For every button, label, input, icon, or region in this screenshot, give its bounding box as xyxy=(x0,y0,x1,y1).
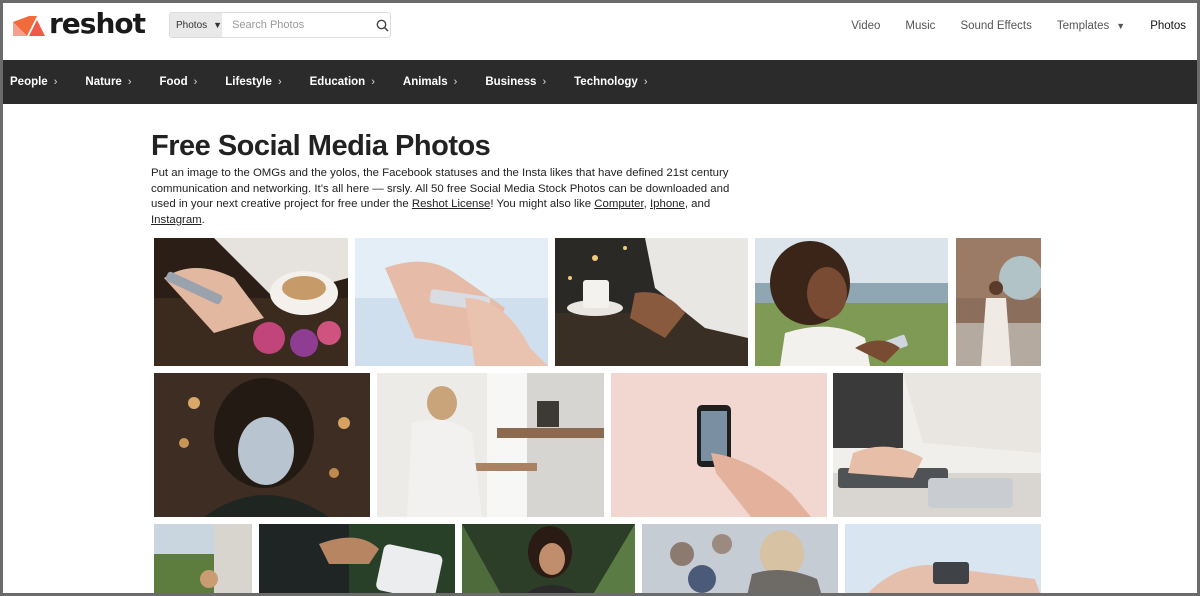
nav-templates[interactable]: Templates ▼ xyxy=(1057,20,1125,32)
search-type-label: Photos xyxy=(176,19,208,31)
chevron-right-icon: › xyxy=(542,76,547,88)
description-separator: , and xyxy=(684,198,711,210)
nav-templates-label: Templates xyxy=(1056,20,1110,32)
reshot-license-link[interactable]: Reshot License xyxy=(412,198,491,210)
related-link-instagram[interactable]: Instagram xyxy=(151,214,202,226)
nav-photos[interactable]: Photos xyxy=(1150,20,1186,32)
category-education[interactable]: Education › xyxy=(310,76,375,88)
logo-wordmark: reshot xyxy=(49,7,146,40)
nav-video[interactable]: Video xyxy=(851,20,880,32)
category-nature[interactable]: Nature › xyxy=(85,76,131,88)
search-icon xyxy=(376,19,389,32)
nav-sound-effects[interactable]: Sound Effects xyxy=(960,20,1031,32)
category-label: Business xyxy=(485,76,537,88)
photo-tile[interactable] xyxy=(755,238,948,366)
photo-tile[interactable] xyxy=(462,524,635,596)
photo-tile[interactable] xyxy=(956,238,1041,366)
category-label: Nature xyxy=(85,76,122,88)
category-label: Animals xyxy=(402,76,448,88)
photo-tile[interactable] xyxy=(642,524,838,596)
category-animals[interactable]: Animals › xyxy=(403,76,457,88)
related-link-iphone[interactable]: Iphone xyxy=(650,198,685,210)
category-technology[interactable]: Technology › xyxy=(574,76,647,88)
related-link-computer[interactable]: Computer xyxy=(594,198,643,210)
photo-tile[interactable] xyxy=(259,524,455,596)
search-input[interactable] xyxy=(222,13,375,37)
chevron-right-icon: › xyxy=(193,76,198,88)
chevron-right-icon: › xyxy=(643,76,648,88)
photo-tile[interactable] xyxy=(154,524,252,596)
photo-tile[interactable] xyxy=(611,373,827,517)
category-bar: People › Nature › Food › Lifestyle › Educati… xyxy=(0,60,1200,104)
reshot-logo-icon xyxy=(13,16,47,36)
category-business[interactable]: Business › xyxy=(485,76,546,88)
category-people[interactable]: People › xyxy=(10,76,57,88)
caret-down-icon: ▼ xyxy=(1116,21,1126,31)
chevron-right-icon: › xyxy=(277,76,282,88)
photo-tile[interactable] xyxy=(555,238,748,366)
description-text: . xyxy=(201,213,205,226)
category-label: Technology xyxy=(574,76,638,88)
chevron-right-icon: › xyxy=(53,76,58,88)
description-text: ! You might also like xyxy=(490,198,595,210)
site-header: reshot Photos ▼ Video Music Sound Effect… xyxy=(0,0,1200,60)
page-description: Put an image to the OMGs and the yolos, … xyxy=(151,166,731,228)
search-bar: Photos ▼ xyxy=(169,12,391,38)
photo-tile[interactable] xyxy=(355,238,548,366)
category-label: Lifestyle xyxy=(225,76,272,88)
photo-tile[interactable] xyxy=(845,524,1041,596)
search-type-dropdown[interactable]: Photos ▼ xyxy=(170,13,223,37)
category-label: People xyxy=(10,76,48,88)
photo-tile[interactable] xyxy=(154,238,348,366)
photo-tile[interactable] xyxy=(833,373,1041,517)
caret-down-icon: ▼ xyxy=(213,20,223,30)
nav-music[interactable]: Music xyxy=(905,20,935,32)
category-label: Food xyxy=(159,76,188,88)
chevron-right-icon: › xyxy=(371,76,375,88)
category-food[interactable]: Food › xyxy=(160,76,198,88)
photo-tile[interactable] xyxy=(154,373,370,517)
chevron-right-icon: › xyxy=(453,76,458,88)
search-button[interactable] xyxy=(374,13,390,37)
category-label: Education xyxy=(309,76,366,88)
reshot-logo[interactable]: reshot xyxy=(13,7,146,40)
chevron-right-icon: › xyxy=(127,76,132,88)
photo-tile[interactable] xyxy=(377,373,604,517)
page-title: Free Social Media Photos xyxy=(151,130,491,162)
category-lifestyle[interactable]: Lifestyle › xyxy=(225,76,281,88)
top-nav: Video Music Sound Effects Templates ▼ Ph… xyxy=(826,0,1186,52)
